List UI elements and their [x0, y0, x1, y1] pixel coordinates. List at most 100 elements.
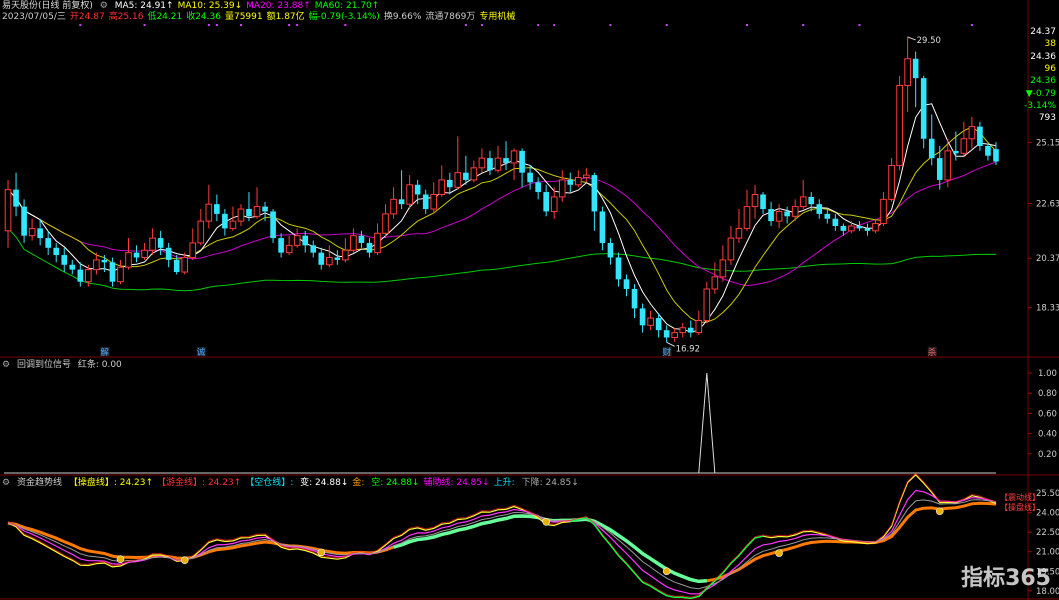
candle-body-52: [422, 194, 429, 210]
candle-body-27: [222, 213, 228, 229]
candle-body-71: [574, 177, 582, 186]
ma-legend: MA5: 24.91↑ MA10: 25.39↓ MA20: 23.88↑ MA60:…: [115, 1, 384, 11]
candle-body-80: [647, 317, 654, 326]
candle-body-58: [470, 167, 478, 181]
top-dot-14: [745, 24, 748, 26]
candle-body-7: [61, 255, 68, 265]
candle-body-33: [270, 211, 276, 239]
panel3-gear-icon[interactable]: ⚙: [2, 478, 10, 488]
watermark-text: 指标365: [961, 566, 1051, 591]
top-dot-0: [79, 24, 82, 26]
candle-body-39: [318, 252, 325, 265]
candle-body-85: [687, 327, 694, 333]
main-ytick-label-3: 25.15: [1036, 138, 1059, 148]
p3-green-thick-segment: [393, 514, 707, 584]
header-line-1: 易天股份(日线 前复权) ⚙ MA5: 24.91↑ MA10: 25.39↓ MA…: [2, 1, 387, 12]
top-dot-12: [609, 24, 612, 26]
candle-body-76: [615, 257, 622, 280]
candle-body-66: [535, 182, 541, 193]
p3-ytick-label-3: 22.50: [1036, 528, 1059, 538]
high-arrow: [907, 36, 916, 41]
p3-coin-marker-0: [116, 555, 125, 564]
top-dot-11: [553, 24, 556, 26]
marker-0: 解: [100, 347, 109, 358]
candle-body-20: [165, 247, 172, 260]
right-panel-value-3: 96: [1044, 63, 1056, 74]
candle-body-103: [832, 218, 839, 226]
candle-body-73: [591, 175, 598, 212]
p2-ytick-label-1: 0.40: [1038, 430, 1057, 440]
info-label-0: 2023/07/05/三: [2, 12, 66, 22]
candle-body-74: [599, 211, 606, 243]
top-dot-16: [858, 24, 861, 26]
main-ytick-label-1: 20.37: [1036, 254, 1059, 264]
right-panel-value-7: 793: [1038, 113, 1056, 124]
chart-canvas[interactable]: 18.33 20.37 22.63 25.15 29.50 16.92 解 诚 财 杀 0.20 0.…: [0, 0, 1059, 600]
top-dot-13: [665, 24, 668, 26]
candle-body-29: [237, 208, 245, 222]
candle-body-116: [936, 158, 943, 180]
settings-icon[interactable]: ⚙: [100, 1, 108, 11]
candle-body-121: [977, 126, 983, 147]
p3-legend-right-0: 【震动线】: [1000, 492, 1040, 502]
candle-body-93: [751, 193, 759, 208]
top-dot-7: [344, 24, 347, 26]
ma20-line: [7, 161, 997, 287]
candle-body-23: [189, 242, 197, 258]
candle-body-78: [631, 288, 638, 309]
panel2-gear-icon[interactable]: ⚙: [2, 360, 10, 370]
candle-body-63: [510, 150, 518, 164]
candle-body-61: [494, 157, 502, 171]
info-label-3: 低24.21: [147, 12, 183, 22]
panel2-title: 回调到位信号: [16, 360, 71, 370]
candle-body-110: [888, 164, 895, 200]
candle-body-106: [856, 225, 863, 229]
candle-body-55: [446, 179, 453, 188]
candle-body-108: [872, 223, 879, 232]
watermark-logo: 指标365: [961, 560, 1051, 592]
top-dot-4: [239, 24, 242, 26]
p2-spike: [698, 373, 716, 474]
top-dot-2: [207, 24, 210, 26]
top-dot-9: [480, 24, 483, 26]
ma60-line: [7, 228, 997, 292]
candle-body-4: [37, 228, 43, 239]
candle-body-14: [117, 266, 124, 283]
high-label: 29.50: [917, 36, 941, 46]
ma-label-3: MA60: 21.70↑: [314, 1, 380, 11]
candle-body-0: [4, 189, 12, 232]
candle-body-92: [743, 206, 751, 229]
p2-ytick-label-0: 0.20: [1038, 450, 1057, 460]
panel3-item-5: 空: 24.88↓: [371, 478, 420, 488]
candle-body-42: [342, 249, 349, 261]
candle-body-59: [478, 157, 486, 169]
candle-body-101: [816, 204, 823, 214]
top-dot-1: [143, 24, 146, 26]
p3-coin-marker-2: [317, 548, 326, 557]
panel3-item-7: 上升:: [493, 478, 518, 488]
candle-body-98: [791, 206, 799, 217]
info-label-1: 开24.87: [69, 12, 105, 22]
marker-2: 财: [663, 347, 672, 358]
top-dot-10: [537, 24, 540, 26]
ma-label-1: MA10: 25.39↓: [177, 1, 243, 11]
candle-body-69: [558, 179, 566, 198]
candle-body-99: [799, 196, 807, 208]
top-dot-8: [464, 24, 467, 26]
candle-body-84: [679, 327, 687, 334]
candle-body-46: [374, 232, 381, 254]
candle-body-83: [671, 332, 679, 338]
candle-body-79: [639, 308, 646, 326]
panel3-title: 资金趋势线: [16, 478, 62, 488]
panel3-item-8: 下降: 24.85↓: [521, 478, 579, 488]
panel2-sub: 红条: 0.00: [77, 360, 122, 370]
panel2-header: ⚙ 回调到位信号 红条: 0.00: [2, 360, 126, 371]
top-dot-3: [215, 24, 218, 26]
panel3-item-3: 变: 24.88↓: [300, 478, 349, 488]
candle-body-12: [101, 259, 108, 263]
marker-1: 诚: [197, 347, 206, 358]
candle-body-32: [262, 206, 268, 212]
panel3-item-0: 【操盘线】: 24.23↑: [68, 478, 154, 488]
candle-body-40: [325, 256, 333, 266]
candle-body-115: [928, 138, 935, 159]
